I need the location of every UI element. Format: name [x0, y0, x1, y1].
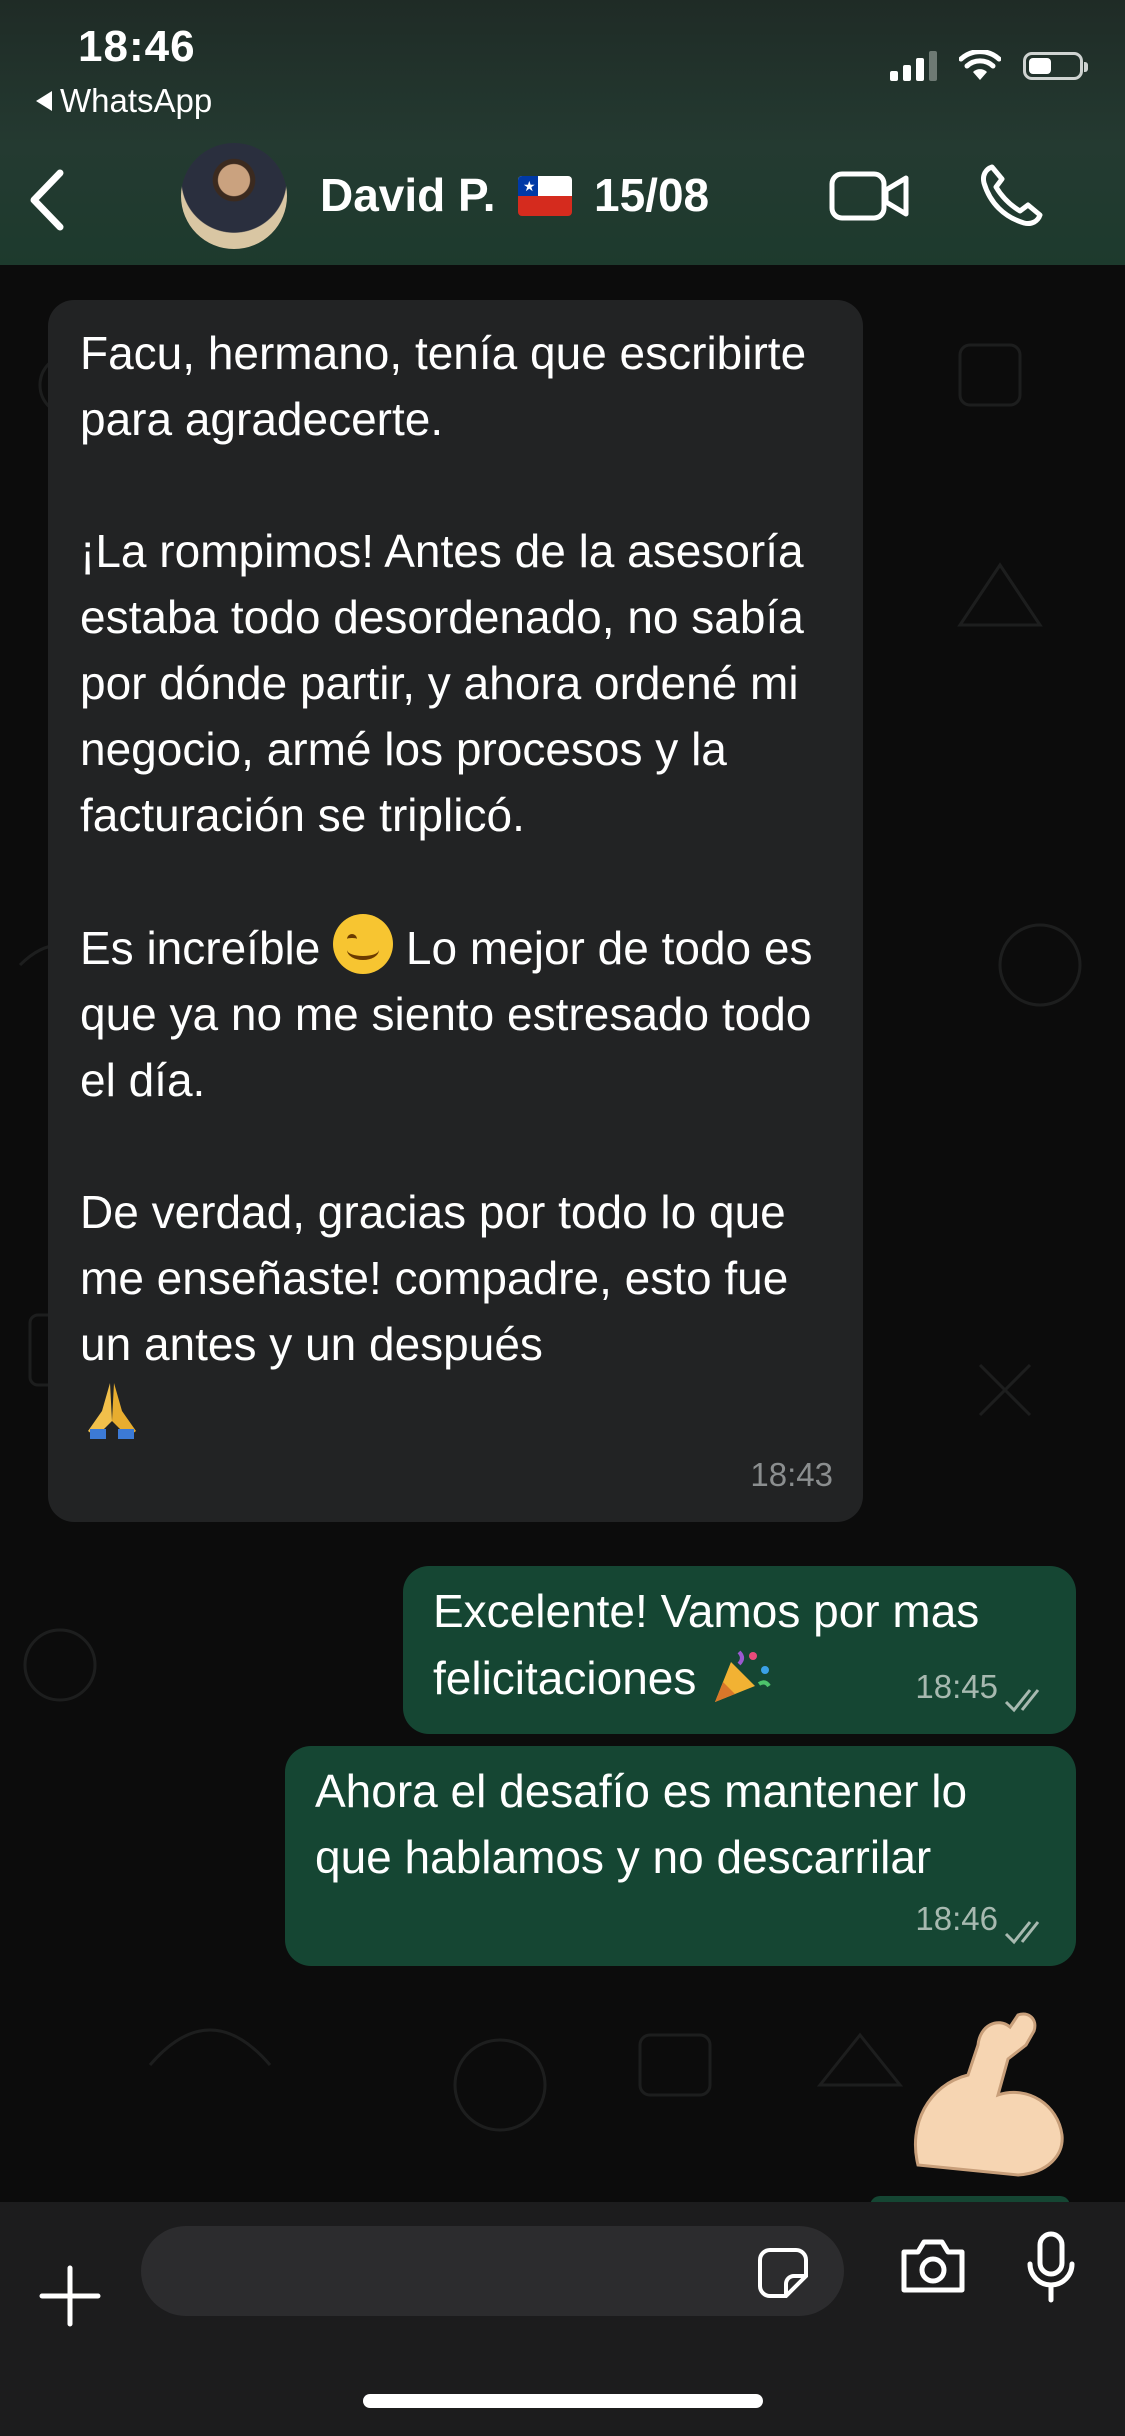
- back-chevron-icon[interactable]: [22, 165, 72, 235]
- message-paragraph: De verdad, gracias por todo lo que me en…: [80, 1186, 802, 1370]
- outgoing-message-bubble[interactable]: Ahora el desafío es mantener lo que habl…: [285, 1746, 1076, 1966]
- outgoing-message-text: Ahora el desafío es mantener lo que habl…: [315, 1765, 980, 1883]
- party-popper-icon: [715, 1650, 771, 1702]
- read-receipt-icon: [1004, 1921, 1040, 1945]
- wifi-icon: [959, 50, 1001, 80]
- message-input[interactable]: [171, 2226, 755, 2314]
- message-time: 18:45: [915, 1668, 998, 1705]
- back-triangle-icon: [36, 91, 52, 111]
- message-paragraph: ¡La rompimos! Antes de la asesoría estab…: [80, 525, 817, 841]
- battery-icon: [1023, 52, 1088, 80]
- incoming-message-text: Facu, hermano, tenía que escribirte para…: [80, 320, 850, 1444]
- message-paragraph: Es increíble: [80, 922, 334, 974]
- microphone-icon[interactable]: [1024, 2230, 1078, 2304]
- signal-icon: [890, 51, 937, 81]
- smiling-face-icon: [333, 914, 394, 974]
- contact-avatar[interactable]: [181, 143, 287, 249]
- sticker-icon[interactable]: [756, 2246, 810, 2300]
- chat-header: 18:46 WhatsApp David P. ★ 15/08: [0, 0, 1125, 265]
- message-paragraph: Facu, hermano, tenía que escribirte para…: [80, 327, 819, 445]
- status-time: 18:46: [78, 22, 196, 71]
- back-to-app-link[interactable]: WhatsApp: [36, 82, 212, 120]
- contact-name[interactable]: David P.: [320, 168, 496, 222]
- home-indicator[interactable]: [363, 2394, 763, 2408]
- flexed-biceps-icon[interactable]: [898, 2005, 1068, 2185]
- camera-icon[interactable]: [898, 2236, 968, 2296]
- message-field[interactable]: [141, 2226, 844, 2316]
- message-time: 18:43: [750, 1456, 833, 1493]
- contact-date[interactable]: 15/08: [594, 168, 709, 222]
- video-call-icon[interactable]: [828, 166, 910, 226]
- folded-hands-icon: [88, 1383, 136, 1439]
- back-app-label: WhatsApp: [60, 82, 213, 119]
- plus-icon[interactable]: [38, 2264, 102, 2328]
- chile-flag-icon: ★: [518, 176, 572, 216]
- incoming-message-bubble[interactable]: Facu, hermano, tenía que escribirte para…: [48, 300, 863, 1522]
- outgoing-message-bubble[interactable]: Excelente! Vamos por mas felicitaciones …: [403, 1566, 1076, 1734]
- status-icons: [890, 50, 1088, 82]
- message-time: 18:46: [915, 1900, 998, 1937]
- read-receipt-icon: [1004, 1689, 1040, 1713]
- phone-call-icon[interactable]: [978, 163, 1044, 229]
- chat-area[interactable]: Facu, hermano, tenía que escribirte para…: [0, 265, 1125, 2208]
